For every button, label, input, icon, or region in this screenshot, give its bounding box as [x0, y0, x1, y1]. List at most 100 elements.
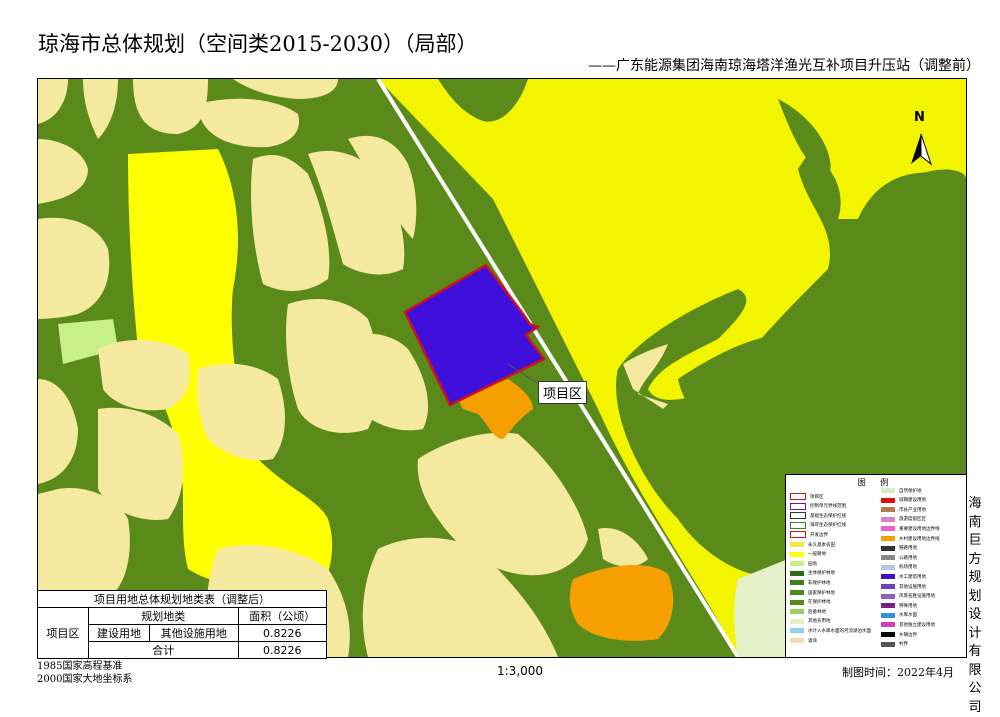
legend-item: 一般耕地: [790, 551, 826, 558]
legend-label: 特殊用地: [899, 603, 917, 609]
legend-label: 重要建设用地边界线: [899, 526, 940, 532]
legend-item: 滩涂: [790, 637, 817, 644]
legend-label: 后备林地: [808, 609, 826, 615]
map-title: 琼海市总体规划（空间类2015-2030）（局部）: [38, 32, 478, 56]
table-total-area: 0.8226: [237, 641, 328, 659]
project-area-callout: 项目区: [538, 381, 588, 404]
legend-label: 其他独立建设用地: [899, 622, 935, 628]
legend-item: 其他农用地: [790, 618, 831, 625]
legend-swatch: [881, 632, 895, 637]
map-scale: 1:3,000: [497, 664, 544, 678]
legend-label: 在保护林地: [808, 600, 831, 606]
map-date: 制图时间：2022年4月: [842, 666, 954, 679]
legend-swatch: [790, 580, 804, 586]
legend-swatch: [790, 542, 804, 547]
legend-item: 风景名胜设施用地: [881, 593, 935, 600]
legend-swatch: [881, 603, 895, 609]
legend-swatch: [881, 536, 895, 541]
legend-item: 水库水面: [881, 612, 917, 619]
legend-item: 村界: [881, 641, 908, 648]
company-name: 海南巨方规划设计有限公司: [968, 496, 982, 715]
coordinate-system: 2000国家大地坐标系: [37, 674, 133, 685]
legend-swatch: [790, 638, 804, 643]
table-title: 项目用地总体规划地类表（调整后）: [37, 590, 327, 608]
legend-swatch: [790, 561, 804, 567]
legend-swatch: [790, 599, 804, 605]
legend-swatch: [881, 584, 895, 589]
table-cell-cat2: 其他设施用地: [149, 624, 239, 642]
legend-item: 乡村建设用地边界线: [881, 535, 940, 542]
legend-swatch: [881, 622, 895, 628]
table-total-label: 合计: [88, 641, 239, 659]
legend-item: 园地: [790, 560, 817, 567]
legend-swatch: [790, 531, 806, 539]
legend-label: 一般耕地: [808, 552, 826, 558]
legend-label: 主体保护林地: [808, 571, 835, 577]
legend-swatch: [881, 612, 895, 618]
table-col-category: 规划地类: [88, 607, 239, 625]
legend-swatch: [790, 493, 806, 500]
legend-label: 市县产业用地: [899, 507, 926, 513]
map-subtitle: ——广东能源集团海南琼海塔洋渔光互补项目升压站（调整前）: [588, 58, 980, 74]
legend-item: 其他设施用地: [881, 583, 926, 590]
legend-label: 其他设施用地: [899, 584, 926, 590]
legend-swatch: [881, 507, 895, 513]
legend-title: 图 例: [857, 478, 895, 487]
legend-item: 国家保护林地: [790, 589, 835, 596]
legend-label: 机场用地: [899, 565, 917, 571]
legend-item: 开发边界: [790, 531, 828, 539]
legend-item: 水工建筑用地: [881, 573, 926, 580]
legend-item: 主体保护林地: [790, 570, 835, 577]
farmland-block: [38, 488, 130, 599]
legend-swatch: [881, 488, 895, 493]
table-row-header: 项目区: [37, 607, 89, 659]
legend-label: 园地: [808, 561, 817, 567]
legend-swatch: [881, 564, 895, 570]
legend-item: 自然保护地: [881, 487, 922, 494]
legend-item: 后备林地: [790, 608, 826, 615]
legend-item: 项目区: [790, 493, 824, 500]
legend-label: 永久基本农田: [808, 542, 835, 548]
legend-item: 乡镇边界: [881, 631, 917, 638]
table-cell-cat1: 建设用地: [87, 624, 151, 642]
legend-item: 基础生态保护红线: [790, 512, 846, 520]
legend-swatch: [790, 609, 804, 615]
legend-label: 水工建筑用地: [899, 574, 926, 580]
legend-label: 铁路用地: [899, 546, 917, 552]
landuse-table: 项目用地总体规划地类表（调整后） 项目区 规划地类 面积（公顷） 建设用地 其他…: [37, 590, 328, 659]
legend-swatch: [790, 551, 804, 557]
legend-swatch: [881, 593, 895, 599]
table-col-area: 面积（公顷）: [237, 607, 328, 625]
legend-label: 公路用地: [899, 555, 917, 561]
legend-item: 城镇建设用地: [881, 497, 926, 504]
legend-item: 控制单元界线范围: [790, 502, 846, 510]
legend-label: 村界: [899, 642, 908, 648]
legend-item: 重要建设用地边界线: [881, 525, 940, 532]
legend-label: 滩涂: [808, 638, 817, 644]
legend-label: 国家保护林地: [808, 590, 835, 596]
legend-item: 机场用地: [881, 564, 917, 571]
legend-label: 乡村建设用地边界线: [899, 536, 940, 542]
legend-label: 开发边界: [810, 532, 828, 538]
legend-item: 永久基本农田: [790, 541, 835, 548]
legend-item: 水计入水库水面的河流湖泊水面: [790, 627, 871, 634]
legend-swatch: [790, 512, 806, 520]
legend-swatch: [881, 545, 895, 551]
legend-swatch: [881, 555, 895, 561]
legend-label: 海岸生态保护红线: [810, 523, 846, 529]
legend-swatch: [881, 497, 895, 503]
legend-swatch: [790, 570, 804, 576]
legend-label: 基础生态保护红线: [810, 513, 846, 519]
legend-label: 自然保护地: [899, 488, 922, 494]
map-legend: 图 例 项目区控制单元界线范围基础生态保护红线 海岸生态保护红线 开发边界永久基本农…: [785, 474, 967, 658]
legend-item: 市县产业用地: [881, 506, 926, 513]
legend-item: 在保护林地: [790, 599, 831, 606]
north-label: N: [914, 110, 925, 125]
legend-item: 特殊用地: [881, 602, 917, 609]
legend-label: 旅游度假区区: [899, 517, 926, 523]
legend-label: 城镇建设用地: [899, 498, 926, 504]
legend-item: 旅游度假区区: [881, 516, 926, 523]
legend-item: 公路用地: [881, 554, 917, 561]
legend-item: 其他独立建设用地: [881, 621, 935, 628]
legend-swatch: [790, 521, 806, 529]
